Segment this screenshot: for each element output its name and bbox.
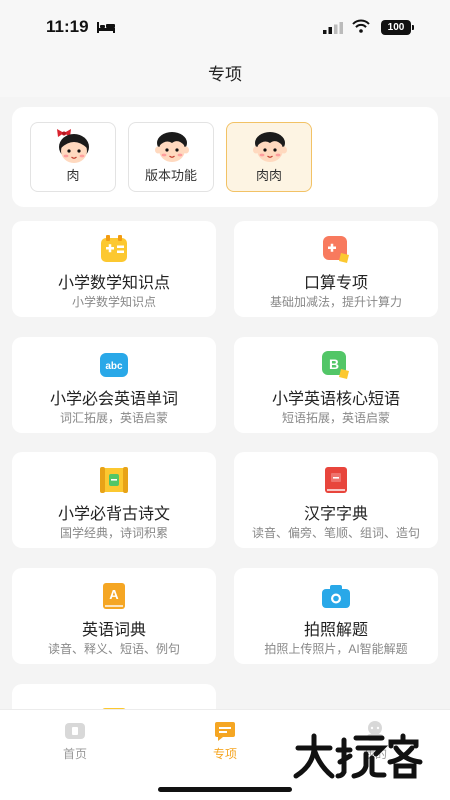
- profile-label: 肉肉: [255, 168, 282, 183]
- abc-icon: abc: [100, 353, 128, 377]
- english-dictionary-icon: A: [103, 583, 125, 609]
- home-indicator: [158, 787, 292, 792]
- status-time: 11:19: [46, 17, 89, 36]
- svg-text:B: B: [329, 356, 339, 372]
- phrase-b-icon: B: [322, 351, 349, 379]
- signal-icon: [323, 22, 343, 34]
- tile-title: 小学必会英语单词: [49, 391, 178, 408]
- bed-icon: [97, 22, 115, 33]
- tile-math-knowledge[interactable]: 小学数学知识点 小学数学知识点: [12, 221, 216, 317]
- wifi-icon: [352, 19, 370, 33]
- scroll-icon: [100, 467, 128, 493]
- profile-item[interactable]: 肉: [30, 122, 116, 192]
- tile-subtitle: 短语拓展，英语启蒙: [281, 411, 390, 425]
- tile-title: 英语词典: [81, 622, 146, 639]
- tile-title: 小学数学知识点: [57, 275, 170, 292]
- tile-title: 小学英语核心短语: [271, 391, 400, 408]
- tile-subtitle: 读音、释义、短语、例句: [47, 642, 180, 656]
- tile-subtitle: 国学经典，诗词积累: [59, 526, 168, 540]
- battery-tip: [412, 25, 414, 30]
- tile-subtitle: 小学数学知识点: [71, 295, 156, 309]
- tile-title: 口算专项: [303, 275, 368, 292]
- tile-english-dictionary[interactable]: A 英语词典 读音、释义、短语、例句: [12, 568, 216, 664]
- profile-item[interactable]: 版本功能: [128, 122, 214, 192]
- tile-subtitle: 读音、偏旁、笔顺、组词、造句: [251, 526, 420, 540]
- home-icon: [65, 723, 85, 739]
- tile-title: 汉字字典: [303, 506, 368, 523]
- camera-icon: [322, 585, 350, 608]
- dictionary-icon: [325, 467, 347, 493]
- girl-avatar-icon: [57, 129, 89, 163]
- status-bar: 11:19 100: [0, 0, 450, 52]
- boy-avatar-icon: [155, 132, 189, 162]
- profile-item-selected[interactable]: 肉肉: [226, 122, 312, 192]
- tile-english-words[interactable]: abc 小学必会英语单词 词汇拓展，英语启蒙: [12, 337, 216, 433]
- tab-label: 首页: [62, 747, 87, 761]
- svg-text:abc: abc: [105, 361, 123, 372]
- svg-text:A: A: [109, 587, 119, 602]
- tile-title: 小学必背古诗文: [57, 506, 170, 523]
- tile-title: 拍照解题: [303, 622, 368, 639]
- calc-icon: [323, 236, 349, 263]
- tile-subtitle: 基础加减法，提升计算力: [269, 295, 402, 309]
- watermark-logo: [293, 733, 423, 779]
- battery-indicator: 100: [381, 20, 411, 35]
- tile-photo-solve[interactable]: 拍照解题 拍照上传照片，AI智能解题: [234, 568, 438, 664]
- profile-selector: 肉 版本功能 肉肉: [12, 107, 438, 207]
- special-icon: [215, 722, 235, 741]
- tile-ancient-poems[interactable]: 小学必背古诗文 国学经典，诗词积累: [12, 452, 216, 548]
- math-icon: [101, 235, 127, 262]
- page-title: 专项: [0, 52, 450, 97]
- profile-label: 肉: [66, 168, 80, 183]
- tab-label: 专项: [212, 747, 237, 761]
- tab-special[interactable]: 专项: [180, 720, 270, 770]
- tab-home[interactable]: 首页: [30, 720, 120, 770]
- tile-mental-arithmetic[interactable]: 口算专项 基础加减法，提升计算力: [234, 221, 438, 317]
- boy-avatar-icon: [253, 132, 287, 162]
- tile-subtitle: 拍照上传照片，AI智能解题: [264, 642, 408, 656]
- tile-english-phrases[interactable]: B 小学英语核心短语 短语拓展，英语启蒙: [234, 337, 438, 433]
- profile-label: 版本功能: [144, 168, 197, 183]
- tile-chinese-dictionary[interactable]: 汉字字典 读音、偏旁、笔顺、组词、造句: [234, 452, 438, 548]
- tile-subtitle: 词汇拓展，英语启蒙: [59, 411, 168, 425]
